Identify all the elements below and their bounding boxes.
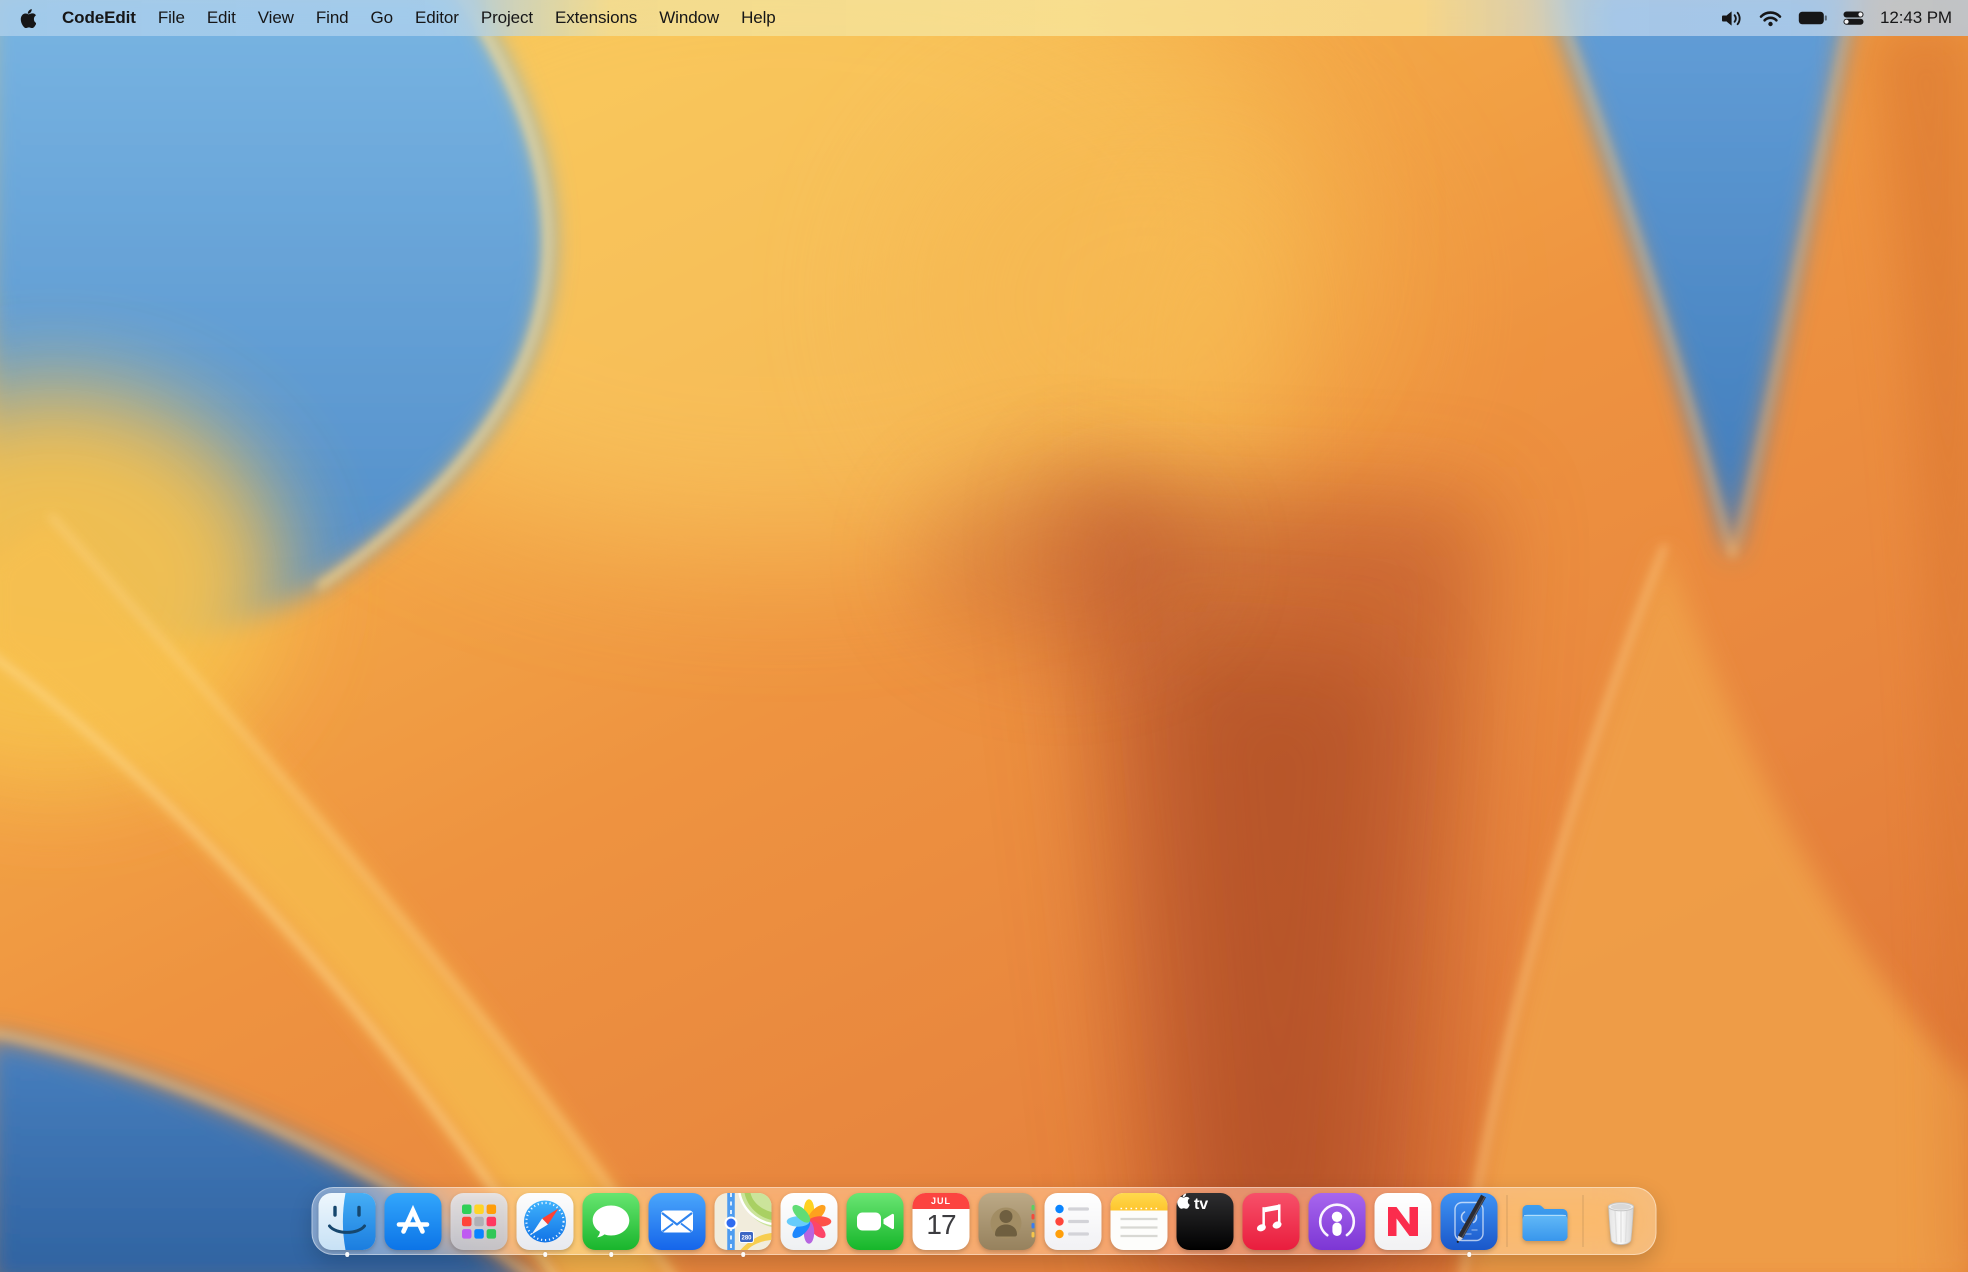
dock-item-music[interactable] (1243, 1193, 1300, 1250)
menu-find[interactable]: Find (305, 8, 360, 28)
volume-icon[interactable] (1721, 10, 1743, 27)
menu-editor[interactable]: Editor (404, 8, 470, 28)
running-indicator (741, 1252, 746, 1257)
dock-item-codeedit[interactable] (1441, 1193, 1498, 1250)
menu-window[interactable]: Window (648, 8, 730, 28)
running-indicator (609, 1252, 614, 1257)
dock-separator (1507, 1195, 1508, 1247)
running-indicator (345, 1252, 350, 1257)
music-icon (1243, 1193, 1300, 1250)
apple-logo-icon[interactable] (20, 9, 36, 28)
dock-item-launchpad[interactable] (451, 1193, 508, 1250)
tv-icon: tv (1177, 1193, 1234, 1250)
calendar-day: 17 (913, 1209, 970, 1241)
menu-bar: CodeEdit File Edit View Find Go Editor P… (0, 0, 1968, 36)
menu-file[interactable]: File (147, 8, 196, 28)
mail-icon (649, 1193, 706, 1250)
wifi-icon[interactable] (1759, 10, 1782, 27)
dock-item-downloads-folder[interactable] (1517, 1193, 1574, 1250)
dock-item-trash[interactable] (1593, 1193, 1650, 1250)
app-store-icon (385, 1193, 442, 1250)
dock-item-podcasts[interactable] (1309, 1193, 1366, 1250)
dock-item-tv[interactable]: tv (1177, 1193, 1234, 1250)
folder-icon (1517, 1193, 1574, 1250)
dock-item-finder[interactable] (319, 1193, 376, 1250)
calendar-icon: JUL 17 (913, 1193, 970, 1250)
dock-item-app-store[interactable] (385, 1193, 442, 1250)
safari-icon (517, 1193, 574, 1250)
apple-logo-small-icon (1177, 1193, 1190, 1209)
menu-edit[interactable]: Edit (196, 8, 247, 28)
dock-item-news[interactable] (1375, 1193, 1432, 1250)
dock-item-safari[interactable] (517, 1193, 574, 1250)
menu-bar-status: 12:43 PM (1721, 8, 1952, 28)
maps-icon: 280 (715, 1193, 772, 1250)
launchpad-icon (451, 1193, 508, 1250)
desktop-wallpaper (0, 0, 1968, 1272)
battery-icon[interactable] (1798, 11, 1827, 25)
menu-help[interactable]: Help (730, 8, 787, 28)
codeedit-icon (1441, 1193, 1498, 1250)
menu-view[interactable]: View (247, 8, 305, 28)
dock-item-calendar[interactable]: JUL 17 (913, 1193, 970, 1250)
dock-item-photos[interactable] (781, 1193, 838, 1250)
menu-app-name[interactable]: CodeEdit (51, 8, 147, 28)
reminders-icon (1045, 1193, 1102, 1250)
running-indicator (1467, 1252, 1472, 1257)
tv-label: tv (1194, 1196, 1208, 1213)
dock-item-facetime[interactable] (847, 1193, 904, 1250)
trash-icon (1593, 1193, 1650, 1250)
svg-text:280: 280 (741, 1235, 752, 1241)
control-center-icon[interactable] (1843, 11, 1864, 25)
running-indicator (543, 1252, 548, 1257)
clock[interactable]: 12:43 PM (1880, 8, 1952, 28)
dock-item-mail[interactable] (649, 1193, 706, 1250)
calendar-month: JUL (913, 1193, 970, 1209)
finder-icon (319, 1193, 376, 1250)
menu-go[interactable]: Go (360, 8, 404, 28)
contacts-icon (979, 1193, 1036, 1250)
menu-project[interactable]: Project (470, 8, 544, 28)
menu-extensions[interactable]: Extensions (544, 8, 648, 28)
notes-icon (1111, 1193, 1168, 1250)
facetime-icon (847, 1193, 904, 1250)
dock-separator (1583, 1195, 1584, 1247)
photos-icon (781, 1193, 838, 1250)
dock-item-contacts[interactable] (979, 1193, 1036, 1250)
podcasts-icon (1309, 1193, 1366, 1250)
desktop: CodeEdit File Edit View Find Go Editor P… (0, 0, 1968, 1272)
news-icon (1375, 1193, 1432, 1250)
dock-item-notes[interactable] (1111, 1193, 1168, 1250)
dock: 280 (312, 1187, 1657, 1255)
dock-item-messages[interactable] (583, 1193, 640, 1250)
dock-item-reminders[interactable] (1045, 1193, 1102, 1250)
dock-item-maps[interactable]: 280 (715, 1193, 772, 1250)
menu-bar-left: CodeEdit File Edit View Find Go Editor P… (20, 8, 787, 28)
messages-icon (583, 1193, 640, 1250)
